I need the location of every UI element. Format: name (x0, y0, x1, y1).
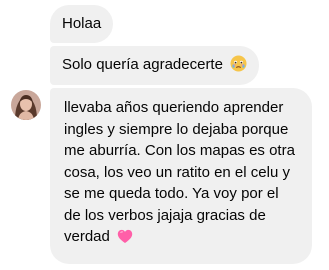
avatar[interactable] (11, 90, 41, 120)
message-line: ingles y siempre lo dejaba porque (64, 120, 289, 138)
message-line: cosa, los veo un ratito en el celu y (64, 163, 290, 181)
message-line: llevaba años queriendo aprender (64, 99, 284, 116)
message-line: de los verbos jajaja gracias de (64, 206, 266, 224)
message-text: Holaa (62, 15, 102, 32)
message-line: se me queda todo. Ya voy por el (64, 185, 279, 202)
message-bubble[interactable]: llevaba años queriendo aprender ingles y… (50, 88, 312, 264)
pink-heart-emoji-icon (117, 229, 133, 251)
message-line: me aburría. Con los mapas es otra (64, 142, 295, 159)
message-text: Solo quería agradecerte (62, 56, 223, 73)
message-line-text: verdad (64, 228, 110, 245)
message-bubble[interactable]: Solo quería agradecerte (50, 46, 260, 85)
message-bubble[interactable]: Holaa (50, 5, 114, 43)
message-line-last: verdad (64, 226, 302, 251)
crying-face-emoji-icon (230, 55, 247, 78)
chat-thread: Holaa Solo quería agradecerte llevaba añ… (0, 0, 329, 270)
